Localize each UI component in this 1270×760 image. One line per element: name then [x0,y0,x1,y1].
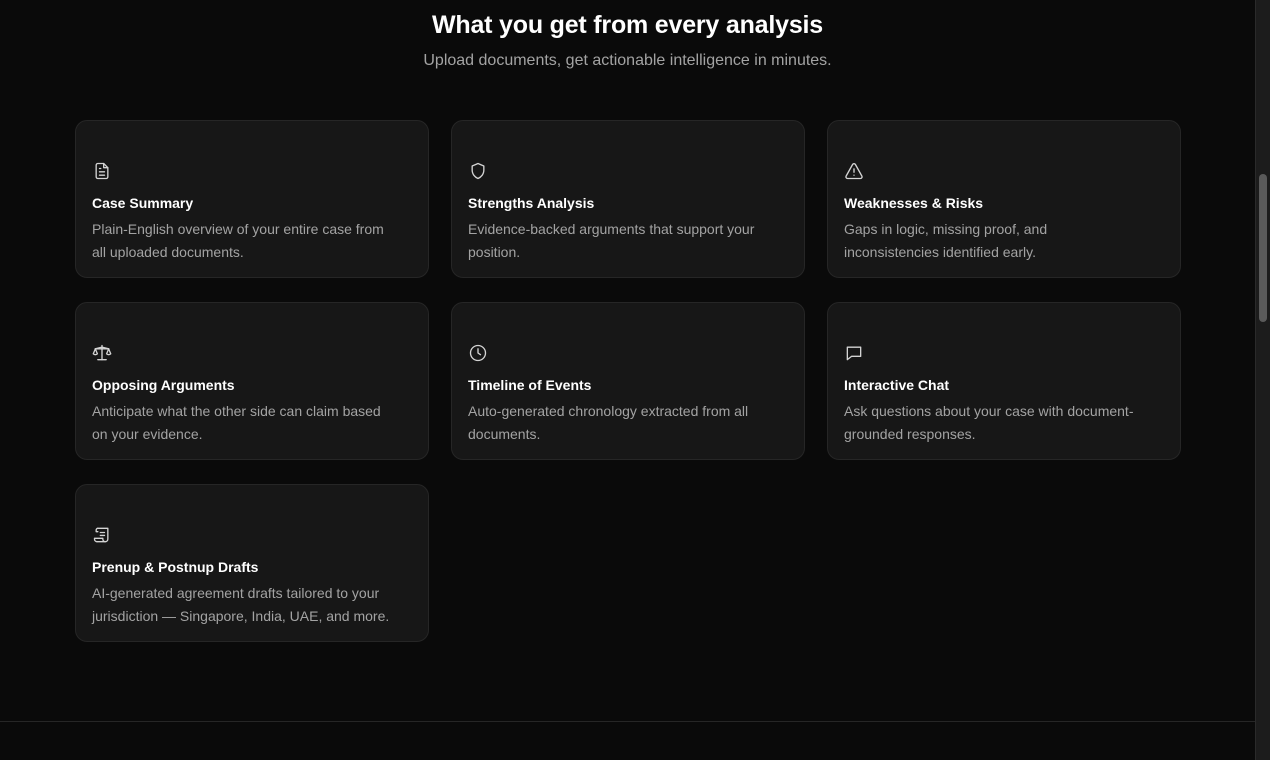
footer-divider [0,721,1255,722]
feature-title: Strengths Analysis [468,195,595,211]
feature-card-prenup-postnup-drafts: Prenup & Postnup Drafts AI-generated agr… [75,484,429,642]
feature-card-strengths-analysis: Strengths Analysis Evidence-backed argum… [451,120,805,278]
feature-description: AI-generated agreement drafts tailored t… [92,585,390,624]
feature-description: Auto-generated chronology extracted from… [468,403,749,442]
section-subtitle: Upload documents, get actionable intelli… [423,52,832,69]
feature-description: Ask questions about your case with docum… [844,403,1134,442]
feature-title: Weaknesses & Risks [844,195,984,211]
scrollbar-thumb[interactable] [1259,174,1267,322]
feature-title: Timeline of Events [468,377,592,393]
feature-card-opposing-arguments: Opposing Arguments Anticipate what the o… [75,302,429,460]
feature-description: Evidence-backed arguments that support y… [468,221,755,260]
shield-icon [468,161,488,181]
feature-description: Gaps in logic, missing proof, and incons… [844,221,1048,260]
section-title: What you get from every analysis [432,11,823,39]
feature-card-timeline-of-events: Timeline of Events Auto-generated chrono… [451,302,805,460]
clock-icon [468,343,488,363]
feature-description: Anticipate what the other side can claim… [92,403,381,442]
feature-title: Prenup & Postnup Drafts [92,559,259,575]
feature-card-case-summary: Case Summary Plain-English overview of y… [75,120,429,278]
feature-title: Interactive Chat [844,377,950,393]
feature-card-weaknesses-risks: Weaknesses & Risks Gaps in logic, missin… [827,120,1181,278]
scroll-icon [92,525,112,545]
page: What you get from every analysis Upload … [0,0,1270,760]
warning-triangle-icon [844,161,864,181]
feature-title: Opposing Arguments [92,377,235,393]
chat-bubble-icon [844,343,864,363]
feature-card-interactive-chat: Interactive Chat Ask questions about you… [827,302,1181,460]
document-icon [92,161,112,181]
vertical-scrollbar[interactable] [1255,0,1270,760]
feature-description: Plain-English overview of your entire ca… [92,221,384,260]
main-content: What you get from every analysis Upload … [0,0,1255,760]
feature-title: Case Summary [92,195,194,211]
scales-icon [92,343,112,363]
feature-grid: Case Summary Plain-English overview of y… [75,120,1181,642]
